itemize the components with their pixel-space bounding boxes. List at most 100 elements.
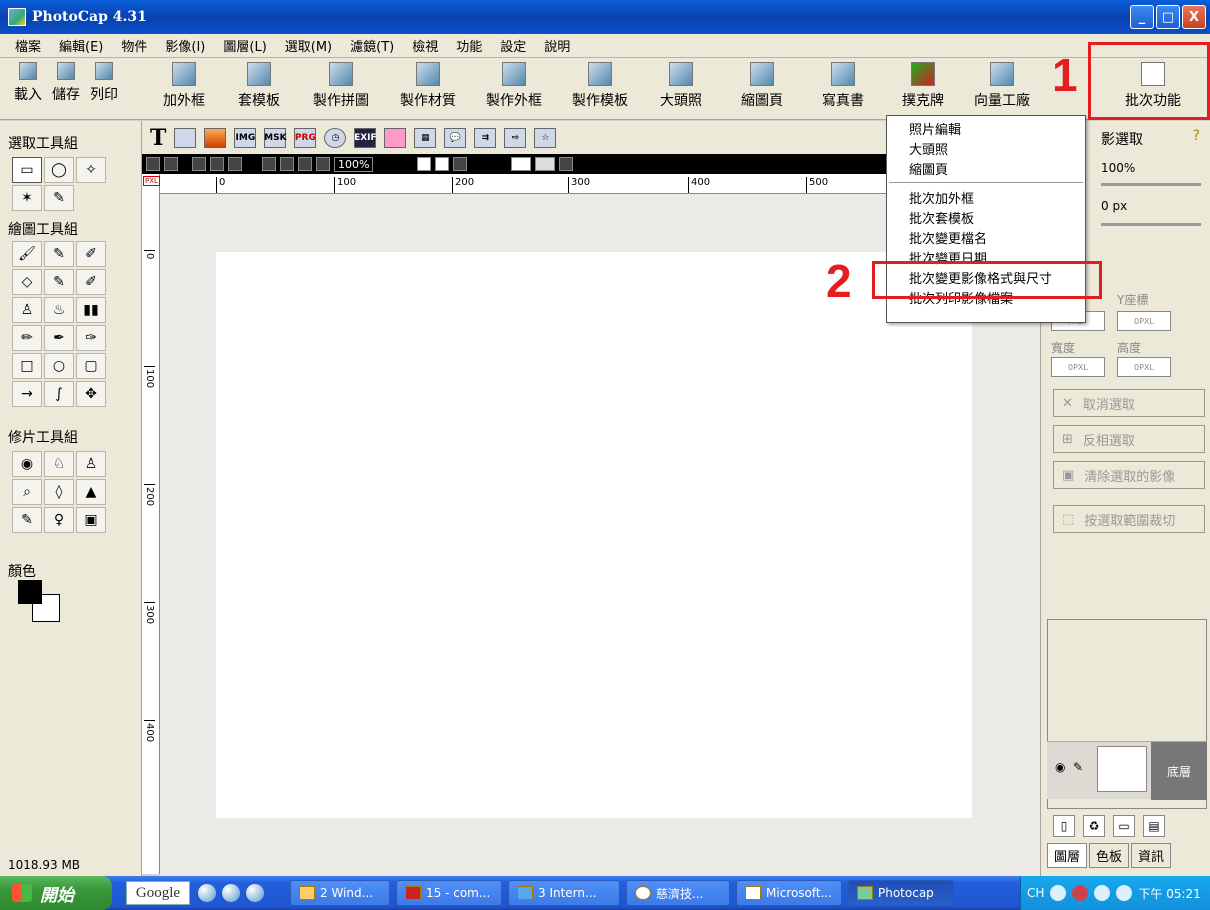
big-head-button[interactable]: 大頭照 bbox=[660, 62, 702, 110]
rounded-rect-icon[interactable]: ▢ bbox=[76, 353, 106, 379]
invert-selection-button[interactable]: ⊞ 反相選取 bbox=[1053, 425, 1205, 453]
task-windows-explorer[interactable]: 2 Wind... bbox=[290, 880, 390, 906]
red-brush-icon[interactable]: ✎ bbox=[12, 507, 42, 533]
pointer-icon[interactable] bbox=[417, 157, 432, 171]
gradient-icon[interactable]: ▮▮ bbox=[76, 297, 106, 323]
add-frame-button[interactable]: 加外框 bbox=[163, 62, 205, 110]
image-insert-icon[interactable] bbox=[174, 127, 197, 148]
print-button[interactable]: 列印 bbox=[90, 62, 118, 104]
antivirus-icon[interactable] bbox=[1072, 885, 1089, 901]
menu-item-big-head[interactable]: 大頭照 bbox=[887, 138, 1085, 158]
calendar-icon[interactable]: ▦ bbox=[414, 127, 437, 148]
menu-filter[interactable]: 濾鏡(T) bbox=[341, 36, 403, 55]
rectangle-icon[interactable]: □ bbox=[12, 353, 42, 379]
menu-layer[interactable]: 圖層(L) bbox=[214, 36, 275, 55]
menu-settings[interactable]: 設定 bbox=[491, 36, 535, 55]
menu-edit[interactable]: 編輯(E) bbox=[50, 36, 112, 55]
task-internet[interactable]: 3 Intern... bbox=[508, 880, 620, 906]
opacity-slider[interactable] bbox=[1101, 183, 1201, 186]
feather-slider[interactable] bbox=[1101, 223, 1201, 226]
tab-layers[interactable]: 圖層 bbox=[1047, 843, 1088, 868]
bulb-icon[interactable]: ♀ bbox=[44, 507, 74, 533]
hand-icon[interactable] bbox=[435, 157, 450, 171]
cake-icon[interactable] bbox=[384, 127, 407, 148]
zoom-in-icon[interactable] bbox=[262, 157, 276, 171]
clock-icon[interactable]: ◷ bbox=[324, 127, 347, 148]
magic-wand-icon[interactable]: ✶ bbox=[12, 185, 42, 211]
language-indicator[interactable]: CH bbox=[1027, 886, 1044, 900]
close-button[interactable]: X bbox=[1182, 5, 1206, 29]
bg-color-chip[interactable] bbox=[535, 157, 556, 171]
tab-swatches[interactable]: 色板 bbox=[1089, 843, 1130, 868]
texture-button[interactable]: 製作材質 bbox=[400, 62, 456, 110]
unit-badge[interactable]: PXL bbox=[143, 176, 160, 186]
drop-icon[interactable]: ◊ bbox=[44, 479, 74, 505]
media-icon[interactable] bbox=[246, 884, 264, 902]
task-tzuchi[interactable]: 慈濟技... bbox=[626, 880, 730, 906]
menu-item-photo-edit[interactable]: 照片編輯 bbox=[887, 118, 1085, 138]
google-toolbar[interactable]: Google bbox=[126, 881, 190, 905]
line-icon[interactable]: → bbox=[12, 381, 42, 407]
ellipse-select-icon[interactable]: ◯ bbox=[44, 157, 74, 183]
cancel-selection-button[interactable]: ✕ 取消選取 bbox=[1053, 389, 1205, 417]
ellipse-icon[interactable]: ○ bbox=[44, 353, 74, 379]
eye-icon[interactable]: ◉ bbox=[1055, 760, 1065, 774]
help-icon[interactable]: ? bbox=[1193, 128, 1200, 144]
fit-icon[interactable] bbox=[298, 157, 312, 171]
crop-button[interactable]: ⬚ 按選取範圍裁切 bbox=[1053, 505, 1205, 533]
move-icon[interactable]: ✥ bbox=[76, 381, 106, 407]
menu-select[interactable]: 選取(M) bbox=[276, 36, 341, 55]
layer-image-icon[interactable]: ▭ bbox=[1113, 815, 1135, 837]
save-button[interactable]: 儲存 bbox=[52, 62, 80, 104]
menu-view[interactable]: 檢視 bbox=[403, 36, 447, 55]
menu-item-batch-template[interactable]: 批次套模板 bbox=[887, 207, 1085, 227]
menu-object[interactable]: 物件 bbox=[112, 36, 156, 55]
img-icon[interactable]: IMG bbox=[234, 127, 257, 148]
exif-icon[interactable]: EXIF bbox=[354, 127, 377, 148]
clear-selection-button[interactable]: ▣ 清除選取的影像 bbox=[1053, 461, 1205, 489]
text-tool-icon[interactable]: T bbox=[150, 125, 166, 151]
zoom-out-icon[interactable] bbox=[280, 157, 294, 171]
menu-item-batch-frame[interactable]: 批次加外框 bbox=[887, 187, 1085, 207]
vector-factory-button[interactable]: 向量工廠 bbox=[974, 62, 1030, 110]
height-field[interactable]: 0 PXL bbox=[1117, 357, 1171, 377]
sunset-image-icon[interactable] bbox=[204, 127, 227, 148]
outer-frame-button[interactable]: 製作外框 bbox=[486, 62, 542, 110]
color-swatch[interactable] bbox=[18, 580, 66, 626]
start-button[interactable]: 開始 bbox=[0, 876, 112, 910]
merge-icon[interactable]: ▤ bbox=[1143, 815, 1165, 837]
back-arrow-icon[interactable] bbox=[1050, 885, 1067, 901]
new-layer-icon[interactable]: ▯ bbox=[1053, 815, 1075, 837]
poker-button[interactable]: 撲克牌 bbox=[902, 62, 944, 110]
task-microsoft[interactable]: Microsoft... bbox=[736, 880, 842, 906]
firefox-icon[interactable] bbox=[222, 884, 240, 902]
clone-person-icon[interactable]: ♘ bbox=[44, 451, 74, 477]
brush-lock-icon[interactable]: ✎ bbox=[1073, 760, 1083, 774]
menu-help[interactable]: 說明 bbox=[535, 36, 579, 55]
collage-button[interactable]: 製作拼圖 bbox=[313, 62, 369, 110]
fg-color-chip[interactable] bbox=[511, 157, 532, 171]
tray-app-icon[interactable] bbox=[1116, 885, 1133, 901]
eyedropper-icon[interactable]: ✑ bbox=[76, 325, 106, 351]
redo-icon[interactable] bbox=[164, 157, 178, 171]
prg-icon[interactable]: PRG bbox=[294, 127, 317, 148]
monitor-brush-icon[interactable]: ▣ bbox=[76, 507, 106, 533]
foreground-color[interactable] bbox=[18, 580, 42, 604]
task-photocap[interactable]: Photocap bbox=[848, 880, 954, 906]
thumbnail-page-button[interactable]: 縮圖頁 bbox=[741, 62, 783, 110]
fill-brush-icon[interactable]: ✐ bbox=[76, 269, 106, 295]
y-field[interactable]: 0 PXL bbox=[1117, 311, 1171, 331]
trash-icon[interactable]: ♻ bbox=[1083, 815, 1105, 837]
clone-stamp-icon[interactable]: ♙ bbox=[76, 451, 106, 477]
red-eye-icon[interactable]: ◉ bbox=[12, 451, 42, 477]
make-template-button[interactable]: 製作模板 bbox=[572, 62, 628, 110]
arrow-shape-icon[interactable]: ⇨ bbox=[504, 127, 527, 148]
restore-button[interactable]: □ bbox=[1156, 5, 1180, 29]
pen-icon[interactable]: ✒ bbox=[44, 325, 74, 351]
load-button[interactable]: 載入 bbox=[14, 62, 42, 104]
network-icon[interactable] bbox=[1094, 885, 1111, 901]
image-canvas[interactable] bbox=[216, 252, 972, 818]
curve-icon[interactable]: ∫ bbox=[44, 381, 74, 407]
photo-book-button[interactable]: 寫真書 bbox=[822, 62, 864, 110]
apply-template-button[interactable]: 套模板 bbox=[238, 62, 280, 110]
